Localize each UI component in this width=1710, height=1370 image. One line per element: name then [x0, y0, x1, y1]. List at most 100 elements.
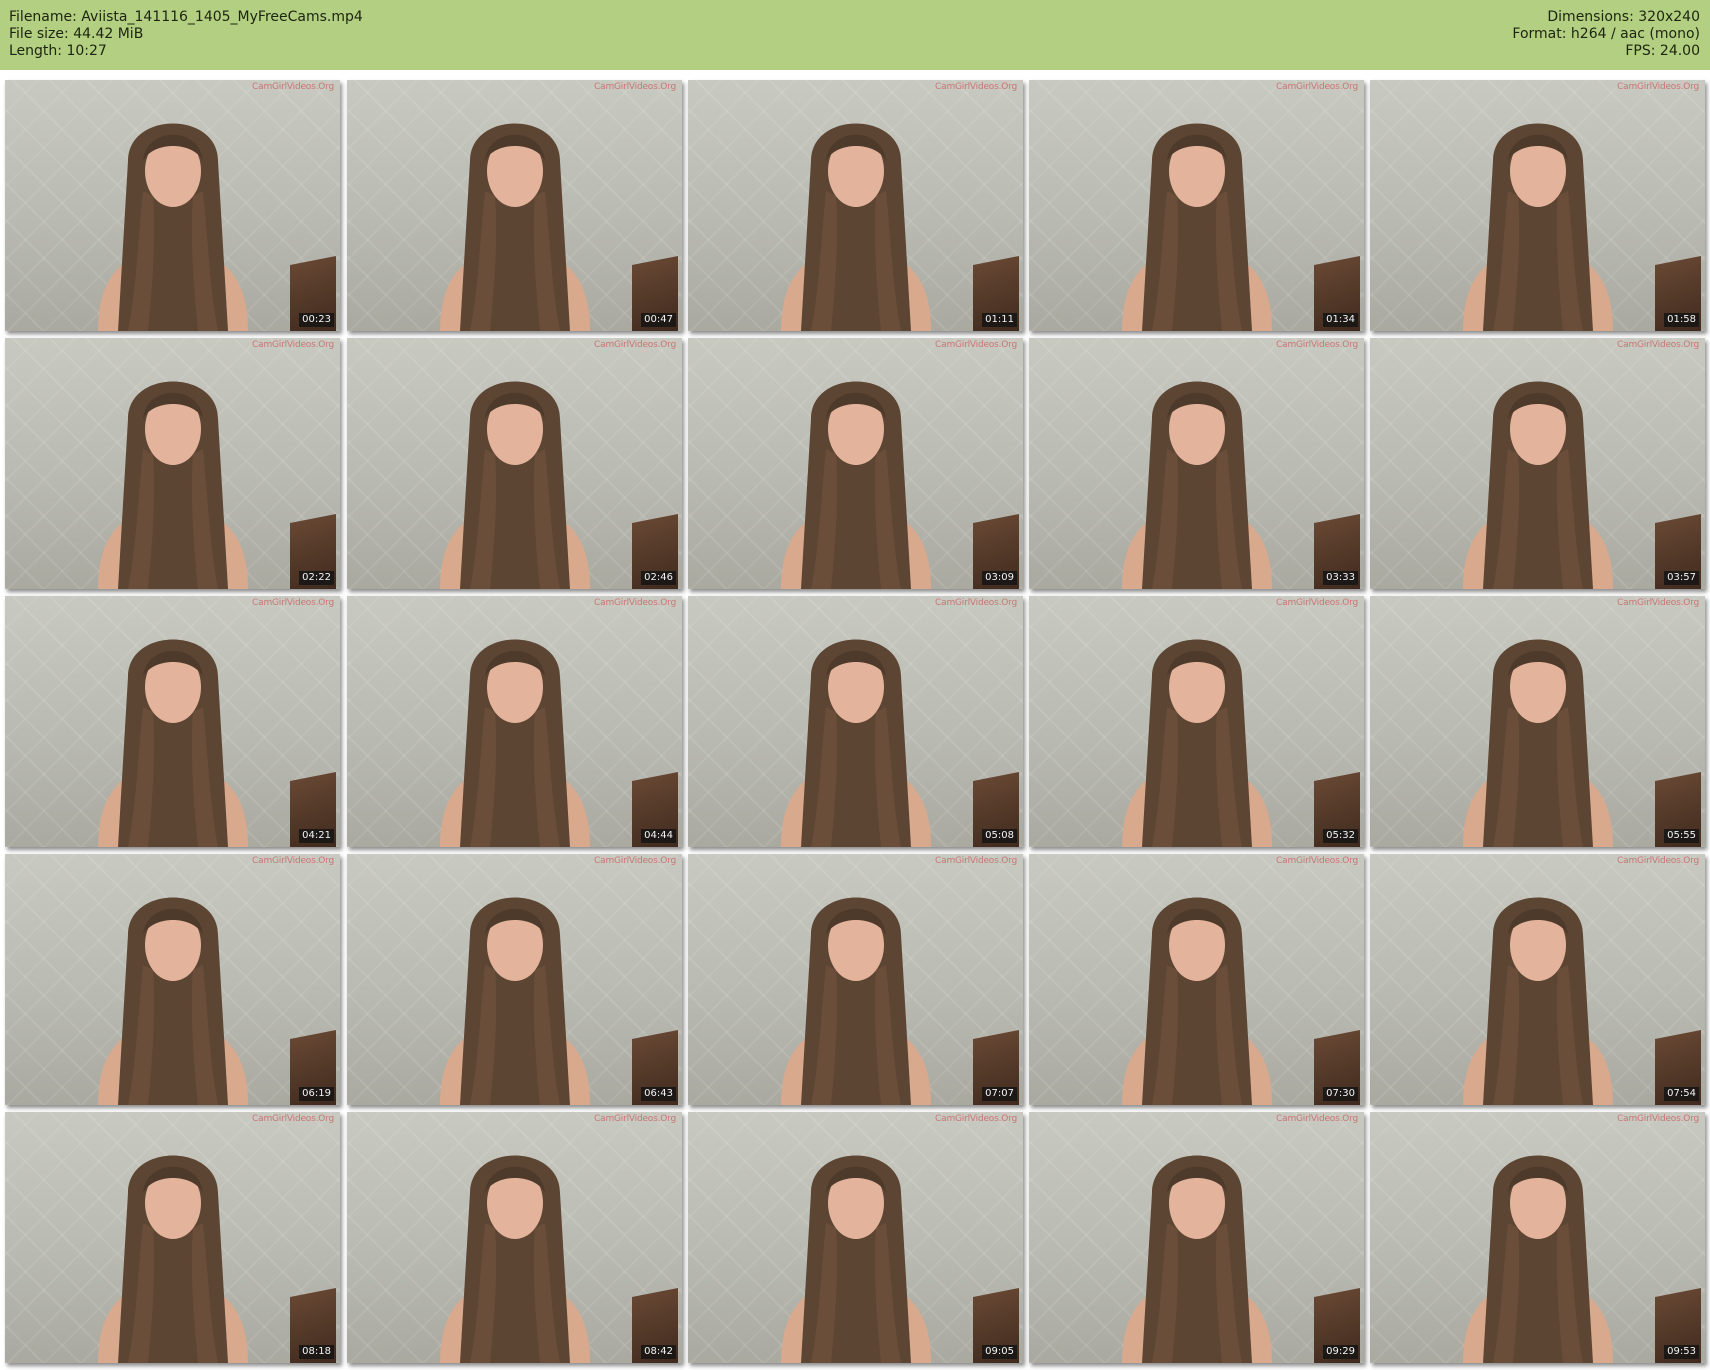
video-thumbnail: CamGirlVideos.Org 02:46 [347, 338, 682, 589]
timestamp-label: 06:43 [641, 1087, 676, 1101]
watermark-text: CamGirlVideos.Org [1276, 82, 1358, 92]
timestamp-label: 08:42 [641, 1345, 676, 1359]
video-thumbnail: CamGirlVideos.Org 00:47 [347, 80, 682, 331]
watermark-text: CamGirlVideos.Org [252, 82, 334, 92]
watermark-text: CamGirlVideos.Org [1617, 340, 1699, 350]
frame-image [741, 101, 971, 331]
frame-image [58, 1133, 288, 1363]
watermark-text: CamGirlVideos.Org [594, 82, 676, 92]
frame-image [741, 359, 971, 589]
watermark-text: CamGirlVideos.Org [252, 856, 334, 866]
watermark-text: CamGirlVideos.Org [935, 598, 1017, 608]
frame-image [1082, 617, 1312, 847]
timestamp-label: 07:30 [1323, 1087, 1358, 1101]
watermark-text: CamGirlVideos.Org [252, 340, 334, 350]
timestamp-label: 09:29 [1323, 1345, 1358, 1359]
video-thumbnail: CamGirlVideos.Org 04:44 [347, 596, 682, 847]
timestamp-label: 04:44 [641, 829, 676, 843]
frame-image [400, 359, 630, 589]
video-thumbnail: CamGirlVideos.Org 04:21 [5, 596, 340, 847]
frame-image [1423, 101, 1653, 331]
timestamp-label: 06:19 [299, 1087, 334, 1101]
timestamp-label: 05:32 [1323, 829, 1358, 843]
watermark-text: CamGirlVideos.Org [1617, 856, 1699, 866]
timestamp-label: 01:11 [982, 313, 1017, 327]
thumbnail-grid: CamGirlVideos.Org 00:23 CamGirlVideos.Org 0… [0, 0, 1710, 1370]
video-thumbnail: CamGirlVideos.Org 05:32 [1029, 596, 1364, 847]
watermark-text: CamGirlVideos.Org [935, 1114, 1017, 1124]
frame-image [1423, 617, 1653, 847]
video-thumbnail: CamGirlVideos.Org 02:22 [5, 338, 340, 589]
timestamp-label: 00:23 [299, 313, 334, 327]
timestamp-label: 02:22 [299, 571, 334, 585]
frame-image [1423, 359, 1653, 589]
watermark-text: CamGirlVideos.Org [252, 1114, 334, 1124]
timestamp-label: 02:46 [641, 571, 676, 585]
timestamp-label: 07:54 [1664, 1087, 1699, 1101]
video-thumbnail: CamGirlVideos.Org 01:34 [1029, 80, 1364, 331]
timestamp-label: 05:08 [982, 829, 1017, 843]
video-thumbnail: CamGirlVideos.Org 09:53 [1370, 1112, 1705, 1363]
timestamp-label: 01:34 [1323, 313, 1358, 327]
video-thumbnail: CamGirlVideos.Org 01:58 [1370, 80, 1705, 331]
frame-image [58, 101, 288, 331]
frame-image [400, 617, 630, 847]
video-thumbnail: CamGirlVideos.Org 03:09 [688, 338, 1023, 589]
timestamp-label: 03:09 [982, 571, 1017, 585]
timestamp-label: 07:07 [982, 1087, 1017, 1101]
frame-image [1082, 359, 1312, 589]
video-thumbnail: CamGirlVideos.Org 05:55 [1370, 596, 1705, 847]
watermark-text: CamGirlVideos.Org [594, 856, 676, 866]
video-thumbnail: CamGirlVideos.Org 00:23 [5, 80, 340, 331]
timestamp-label: 03:33 [1323, 571, 1358, 585]
video-thumbnail: CamGirlVideos.Org 08:18 [5, 1112, 340, 1363]
video-thumbnail: CamGirlVideos.Org 08:42 [347, 1112, 682, 1363]
timestamp-label: 00:47 [641, 313, 676, 327]
watermark-text: CamGirlVideos.Org [252, 598, 334, 608]
frame-image [741, 1133, 971, 1363]
frame-image [400, 875, 630, 1105]
timestamp-label: 01:58 [1664, 313, 1699, 327]
frame-image [1082, 875, 1312, 1105]
video-thumbnail: CamGirlVideos.Org 03:33 [1029, 338, 1364, 589]
video-thumbnail: CamGirlVideos.Org 05:08 [688, 596, 1023, 847]
watermark-text: CamGirlVideos.Org [1276, 598, 1358, 608]
watermark-text: CamGirlVideos.Org [935, 856, 1017, 866]
watermark-text: CamGirlVideos.Org [594, 598, 676, 608]
watermark-text: CamGirlVideos.Org [1276, 1114, 1358, 1124]
video-thumbnail: CamGirlVideos.Org 03:57 [1370, 338, 1705, 589]
frame-image [58, 359, 288, 589]
timestamp-label: 08:18 [299, 1345, 334, 1359]
timestamp-label: 05:55 [1664, 829, 1699, 843]
timestamp-label: 04:21 [299, 829, 334, 843]
watermark-text: CamGirlVideos.Org [1276, 340, 1358, 350]
frame-image [58, 617, 288, 847]
video-thumbnail: CamGirlVideos.Org 06:19 [5, 854, 340, 1105]
video-thumbnail: CamGirlVideos.Org 07:54 [1370, 854, 1705, 1105]
frame-image [400, 101, 630, 331]
frame-image [400, 1133, 630, 1363]
frame-image [741, 875, 971, 1105]
watermark-text: CamGirlVideos.Org [594, 1114, 676, 1124]
frame-image [1082, 101, 1312, 331]
video-thumbnail: CamGirlVideos.Org 06:43 [347, 854, 682, 1105]
frame-image [741, 617, 971, 847]
timestamp-label: 09:53 [1664, 1345, 1699, 1359]
frame-image [1423, 875, 1653, 1105]
timestamp-label: 03:57 [1664, 571, 1699, 585]
watermark-text: CamGirlVideos.Org [594, 340, 676, 350]
watermark-text: CamGirlVideos.Org [1617, 1114, 1699, 1124]
video-thumbnail: CamGirlVideos.Org 09:29 [1029, 1112, 1364, 1363]
video-thumbnail: CamGirlVideos.Org 01:11 [688, 80, 1023, 331]
video-thumbnail: CamGirlVideos.Org 07:07 [688, 854, 1023, 1105]
frame-image [1423, 1133, 1653, 1363]
watermark-text: CamGirlVideos.Org [935, 82, 1017, 92]
frame-image [1082, 1133, 1312, 1363]
watermark-text: CamGirlVideos.Org [1276, 856, 1358, 866]
video-thumbnail: CamGirlVideos.Org 07:30 [1029, 854, 1364, 1105]
timestamp-label: 09:05 [982, 1345, 1017, 1359]
watermark-text: CamGirlVideos.Org [1617, 82, 1699, 92]
frame-image [58, 875, 288, 1105]
video-thumbnail: CamGirlVideos.Org 09:05 [688, 1112, 1023, 1363]
watermark-text: CamGirlVideos.Org [935, 340, 1017, 350]
